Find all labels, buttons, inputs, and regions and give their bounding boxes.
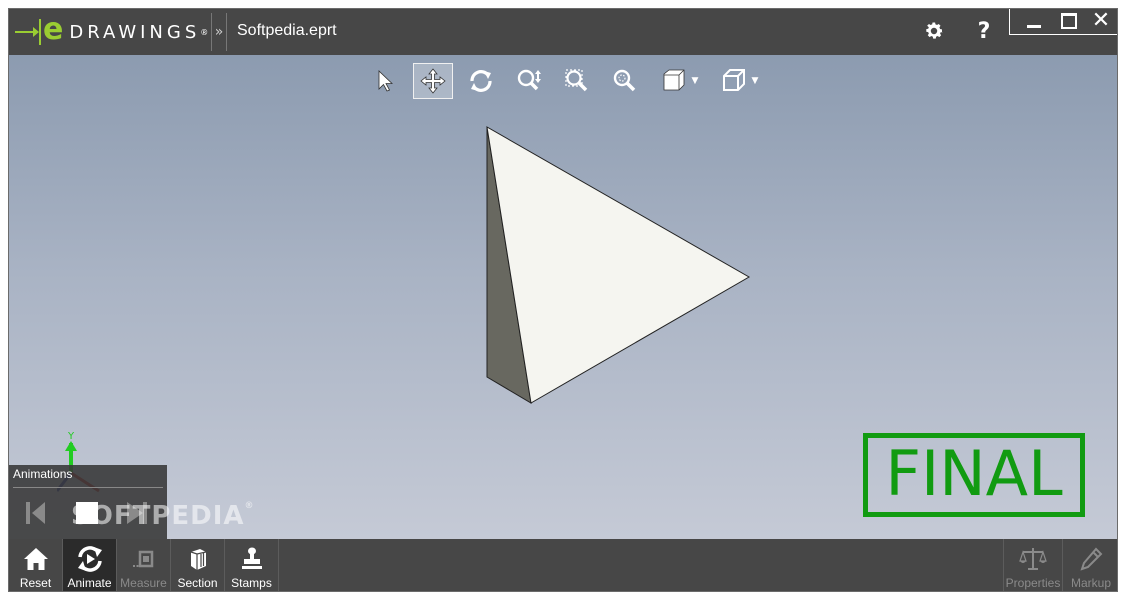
file-name: Softpedia.eprt — [237, 22, 337, 39]
axis-y-label: Y — [67, 431, 75, 442]
maximize-icon[interactable] — [1050, 9, 1084, 33]
stamps-button[interactable]: Stamps — [225, 539, 279, 591]
measure-button[interactable]: Measure — [117, 539, 171, 591]
markup-button[interactable]: Markup — [1063, 539, 1117, 591]
animations-panel: Animations SOFTPEDIA® — [9, 465, 254, 539]
pen-icon — [1063, 545, 1117, 573]
reset-button[interactable]: Reset — [9, 539, 63, 591]
skip-start-icon — [26, 502, 45, 524]
animations-panel-title: Animations — [13, 467, 73, 481]
overflow-menu-button[interactable]: » — [211, 13, 227, 51]
softpedia-watermark: SOFTPEDIA® — [71, 501, 255, 531]
section-button[interactable]: Section — [171, 539, 225, 591]
animate-icon — [63, 545, 116, 573]
bottom-toolbar: Reset Animate Measure Section Stamps Pro… — [9, 539, 1117, 591]
final-stamp[interactable]: FINAL — [863, 433, 1085, 517]
minimize-icon[interactable] — [1016, 9, 1050, 33]
stamp-icon — [225, 545, 278, 573]
gear-icon — [926, 22, 943, 39]
close-icon[interactable]: ✕ — [1084, 9, 1117, 33]
model-front-face — [486, 126, 751, 404]
home-icon — [9, 545, 62, 573]
scale-icon — [1004, 545, 1062, 573]
window-controls: ✕ — [1009, 9, 1117, 35]
title-bar: e DRAWINGS ® » Softpedia.eprt ? ✕ — [9, 9, 1117, 55]
logo-arrow-icon — [15, 27, 39, 37]
section-icon — [171, 545, 224, 573]
properties-button[interactable]: Properties — [1003, 539, 1063, 591]
3d-viewport[interactable]: ▼ ▼ Y FINAL Animations SOFTPEDIA® — [9, 55, 1117, 539]
edrawings-logo: e DRAWINGS ® — [15, 15, 208, 49]
help-button[interactable]: ? — [969, 15, 999, 47]
measure-icon — [117, 545, 170, 573]
skip-to-start-button[interactable] — [23, 499, 49, 527]
edrawings-window: e DRAWINGS ® » Softpedia.eprt ? ✕ ▼ ▼ Y … — [8, 8, 1118, 592]
animate-button[interactable]: Animate — [63, 539, 117, 591]
settings-button[interactable] — [919, 15, 949, 47]
